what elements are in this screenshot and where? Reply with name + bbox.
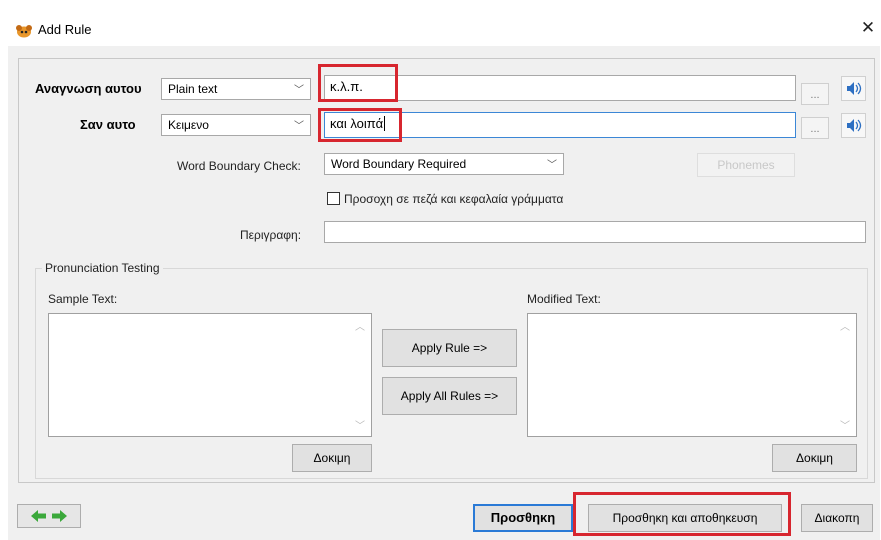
app-icon bbox=[15, 24, 33, 38]
scroll-down-icon[interactable]: ﹀ bbox=[355, 417, 365, 432]
sample-test-button[interactable]: Δοκιμη bbox=[292, 444, 372, 472]
navigate-rules-button[interactable] bbox=[17, 504, 81, 528]
chevron-down-icon: ﹀ bbox=[547, 160, 557, 171]
close-icon[interactable]: ✕ bbox=[858, 18, 878, 38]
modified-text-label: Modified Text: bbox=[527, 292, 601, 306]
pronunciation-testing-legend: Pronunciation Testing bbox=[42, 261, 163, 275]
add-button[interactable]: Προσθηκη bbox=[473, 504, 573, 532]
description-input[interactable] bbox=[324, 221, 866, 243]
cancel-button[interactable]: Διακοπη bbox=[801, 504, 873, 532]
word-boundary-select[interactable]: Word Boundary Required ﹀ bbox=[324, 153, 564, 175]
sample-text-area[interactable]: ︿ ﹀ bbox=[48, 313, 372, 437]
phonemes-button[interactable]: Phonemes bbox=[697, 153, 795, 177]
modified-text-area[interactable]: ︿ ﹀ bbox=[527, 313, 857, 437]
word-boundary-value: Word Boundary Required bbox=[331, 157, 467, 171]
window-title: Add Rule bbox=[38, 22, 92, 37]
add-and-save-highlight bbox=[573, 492, 791, 536]
match-type-value: Plain text bbox=[168, 82, 218, 96]
replace-label: Σαν αυτο bbox=[80, 117, 136, 132]
match-type-select[interactable]: Plain text ﹀ bbox=[161, 78, 311, 100]
replace-speak-button[interactable] bbox=[841, 113, 866, 138]
case-sensitive-label: Προσοχη σε πεζά και κεφαλαία γράμματα bbox=[344, 192, 564, 206]
apply-all-rules-button[interactable]: Apply All Rules => bbox=[382, 377, 517, 415]
match-browse-button[interactable]: ... bbox=[801, 83, 829, 105]
scroll-up-icon[interactable]: ︿ bbox=[355, 318, 365, 333]
match-label: Αναγνωση αυτου bbox=[35, 81, 142, 96]
apply-rule-button[interactable]: Apply Rule => bbox=[382, 329, 517, 367]
sample-text-label: Sample Text: bbox=[48, 292, 118, 306]
chevron-down-icon: ﹀ bbox=[294, 121, 304, 132]
word-boundary-label: Word Boundary Check: bbox=[177, 159, 301, 173]
description-label: Περιγραφη: bbox=[240, 228, 302, 242]
arrow-right-icon bbox=[52, 510, 67, 522]
speaker-icon bbox=[847, 119, 862, 132]
replace-browse-button[interactable]: ... bbox=[801, 117, 829, 139]
arrow-left-icon bbox=[31, 510, 46, 522]
scroll-down-icon[interactable]: ﹀ bbox=[840, 417, 850, 432]
match-highlight bbox=[318, 64, 398, 102]
scroll-up-icon[interactable]: ︿ bbox=[840, 318, 850, 333]
replace-highlight bbox=[318, 108, 402, 142]
modified-test-button[interactable]: Δοκιμη bbox=[772, 444, 857, 472]
title-bar bbox=[0, 0, 881, 46]
case-sensitive-checkbox[interactable] bbox=[327, 192, 340, 205]
match-speak-button[interactable] bbox=[841, 76, 866, 101]
replace-type-select[interactable]: Κειμενο ﹀ bbox=[161, 114, 311, 136]
speaker-icon bbox=[847, 82, 862, 95]
chevron-down-icon: ﹀ bbox=[294, 85, 304, 96]
replace-type-value: Κειμενο bbox=[168, 118, 209, 132]
